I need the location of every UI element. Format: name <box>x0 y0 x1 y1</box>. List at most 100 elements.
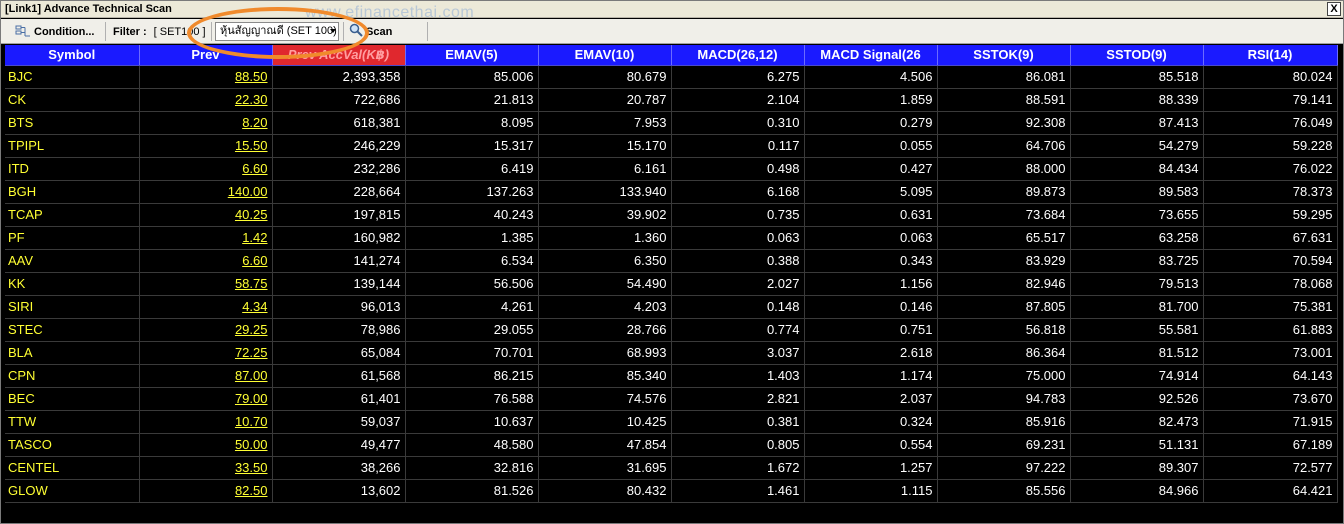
prev-price-link[interactable]: 87.00 <box>139 364 273 388</box>
dropdown-value: หุ้นสัญญาณดี (SET 100) <box>220 25 337 37</box>
emav10-cell: 85.340 <box>538 364 672 388</box>
emav5-cell: 76.588 <box>405 387 539 411</box>
table-row[interactable]: CPN 87.00 61,568 86.215 85.340 1.403 1.174 75.0… <box>5 364 1338 388</box>
table-row[interactable]: TCAP 40.25 197,815 40.243 39.902 0.735 0.631 73… <box>5 203 1338 227</box>
prev-accval-cell: 59,037 <box>272 410 406 434</box>
scan-preset-dropdown[interactable]: หุ้นสัญญาณดี (SET 100) <box>215 22 339 41</box>
macd-cell: 2.821 <box>671 387 805 411</box>
emav10-cell: 54.490 <box>538 272 672 296</box>
table-row[interactable]: BTS 8.20 618,381 8.095 7.953 0.310 0.279 92.308… <box>5 111 1338 135</box>
prev-price-link[interactable]: 15.50 <box>139 134 273 158</box>
column-header-macd[interactable]: MACD(26,12) <box>671 45 805 66</box>
prev-price-link[interactable]: 6.60 <box>139 157 273 181</box>
prev-price-link[interactable]: 10.70 <box>139 410 273 434</box>
prev-price-link[interactable]: 58.75 <box>139 272 273 296</box>
emav10-cell: 4.203 <box>538 295 672 319</box>
table-row[interactable]: PF 1.42 160,982 1.385 1.360 0.063 0.063 65.517 6… <box>5 226 1338 250</box>
symbol-cell: CENTEL <box>5 456 140 480</box>
column-header-macd-signal[interactable]: MACD Signal(26 <box>804 45 938 66</box>
prev-price-link[interactable]: 40.25 <box>139 203 273 227</box>
macd-cell: 1.672 <box>671 456 805 480</box>
symbol-cell: AAV <box>5 249 140 273</box>
rsi-cell: 67.631 <box>1203 226 1338 250</box>
prev-accval-cell: 96,013 <box>272 295 406 319</box>
table-row[interactable]: KK 58.75 139,144 56.506 54.490 2.027 1.156 82.9… <box>5 272 1338 296</box>
sstok-cell: 86.081 <box>937 65 1071 89</box>
table-row[interactable]: STEC 29.25 78,986 29.055 28.766 0.774 0.751 56.… <box>5 318 1338 342</box>
symbol-cell: CK <box>5 88 140 112</box>
prev-price-link[interactable]: 4.34 <box>139 295 273 319</box>
prev-price-link[interactable]: 29.25 <box>139 318 273 342</box>
column-header-sstok[interactable]: SSTOK(9) <box>937 45 1071 66</box>
prev-price-link[interactable]: 88.50 <box>139 65 273 89</box>
prev-price-link[interactable]: 1.42 <box>139 226 273 250</box>
table-row[interactable]: TPIPL 15.50 246,229 15.317 15.170 0.117 0.055 6… <box>5 134 1338 158</box>
rsi-cell: 59.228 <box>1203 134 1338 158</box>
column-header-sstod[interactable]: SSTOD(9) <box>1070 45 1204 66</box>
table-row[interactable]: BGH 140.00 228,664 137.263 133.940 6.168 5.095… <box>5 180 1338 204</box>
table-row[interactable]: BEC 79.00 61,401 76.588 74.576 2.821 2.037 94.7… <box>5 387 1338 411</box>
prev-price-link[interactable]: 140.00 <box>139 180 273 204</box>
table-row[interactable]: CENTEL 33.50 38,266 32.816 31.695 1.672 1.257 9… <box>5 456 1338 480</box>
macd-cell: 0.310 <box>671 111 805 135</box>
table-row[interactable]: TTW 10.70 59,037 10.637 10.425 0.381 0.324 85.9… <box>5 410 1338 434</box>
table-row[interactable]: BJC 88.50 2,393,358 85.006 80.679 6.275 4.506 8… <box>5 65 1338 89</box>
condition-button[interactable]: Condition... <box>15 21 94 42</box>
prev-accval-cell: 228,664 <box>272 180 406 204</box>
table-row[interactable]: SIRI 4.34 96,013 4.261 4.203 0.148 0.146 87.805… <box>5 295 1338 319</box>
toolbar-separator <box>211 22 212 41</box>
emav10-cell: 31.695 <box>538 456 672 480</box>
emav10-cell: 15.170 <box>538 134 672 158</box>
macd-signal-cell: 0.279 <box>804 111 938 135</box>
scan-label: Scan <box>366 25 393 38</box>
emav5-cell: 81.526 <box>405 479 539 503</box>
column-header-rsi[interactable]: RSI(14) <box>1203 45 1338 66</box>
column-header-prev[interactable]: Prev <box>139 45 273 66</box>
sstok-cell: 94.783 <box>937 387 1071 411</box>
table-row[interactable]: TASCO 50.00 49,477 48.580 47.854 0.805 0.554 69… <box>5 433 1338 457</box>
emav5-cell: 6.534 <box>405 249 539 273</box>
macd-cell: 0.117 <box>671 134 805 158</box>
header-row: Symbol Prev Prev AccVal(K฿) EMAV(5) EMAV… <box>5 45 1338 66</box>
scan-button[interactable]: Scan <box>349 21 392 42</box>
emav10-cell: 6.350 <box>538 249 672 273</box>
prev-price-link[interactable]: 72.25 <box>139 341 273 365</box>
toolbar-separator <box>105 22 106 41</box>
macd-cell: 1.403 <box>671 364 805 388</box>
results-grid: Symbol Prev Prev AccVal(K฿) EMAV(5) EMAV… <box>5 45 1338 513</box>
macd-signal-cell: 0.343 <box>804 249 938 273</box>
rsi-cell: 72.577 <box>1203 456 1338 480</box>
prev-price-link[interactable]: 82.50 <box>139 479 273 503</box>
column-header-emav5[interactable]: EMAV(5) <box>405 45 539 66</box>
table-row[interactable]: GLOW 82.50 13,602 81.526 80.432 1.461 1.115 85.… <box>5 479 1338 503</box>
sstok-cell: 82.946 <box>937 272 1071 296</box>
condition-icon <box>15 25 31 39</box>
table-row[interactable]: BLA 72.25 65,084 70.701 68.993 3.037 2.618 86.3… <box>5 341 1338 365</box>
close-button[interactable]: X <box>1327 2 1341 16</box>
prev-price-link[interactable]: 79.00 <box>139 387 273 411</box>
prev-price-link[interactable]: 6.60 <box>139 249 273 273</box>
table-row[interactable]: AAV 6.60 141,274 6.534 6.350 0.388 0.343 83.929… <box>5 249 1338 273</box>
column-header-symbol[interactable]: Symbol <box>5 45 140 66</box>
column-header-emav10[interactable]: EMAV(10) <box>538 45 672 66</box>
emav10-cell: 39.902 <box>538 203 672 227</box>
prev-price-link[interactable]: 8.20 <box>139 111 273 135</box>
table-row[interactable]: CK 22.30 722,686 21.813 20.787 2.104 1.859 88.5… <box>5 88 1338 112</box>
column-header-prev-accval[interactable]: Prev AccVal(K฿) <box>272 45 406 66</box>
rsi-cell: 73.001 <box>1203 341 1338 365</box>
sstod-cell: 89.307 <box>1070 456 1204 480</box>
sstod-cell: 84.434 <box>1070 157 1204 181</box>
emav5-cell: 21.813 <box>405 88 539 112</box>
prev-price-link[interactable]: 33.50 <box>139 456 273 480</box>
prev-price-link[interactable]: 22.30 <box>139 88 273 112</box>
prev-accval-cell: 618,381 <box>272 111 406 135</box>
prev-price-link[interactable]: 50.00 <box>139 433 273 457</box>
sstok-cell: 85.916 <box>937 410 1071 434</box>
table-row[interactable]: ITD 6.60 232,286 6.419 6.161 0.498 0.427 88.000… <box>5 157 1338 181</box>
sstok-cell: 85.556 <box>937 479 1071 503</box>
emav5-cell: 15.317 <box>405 134 539 158</box>
magnifier-icon <box>349 23 363 40</box>
rsi-cell: 71.915 <box>1203 410 1338 434</box>
rsi-cell: 78.373 <box>1203 180 1338 204</box>
emav10-cell: 1.360 <box>538 226 672 250</box>
